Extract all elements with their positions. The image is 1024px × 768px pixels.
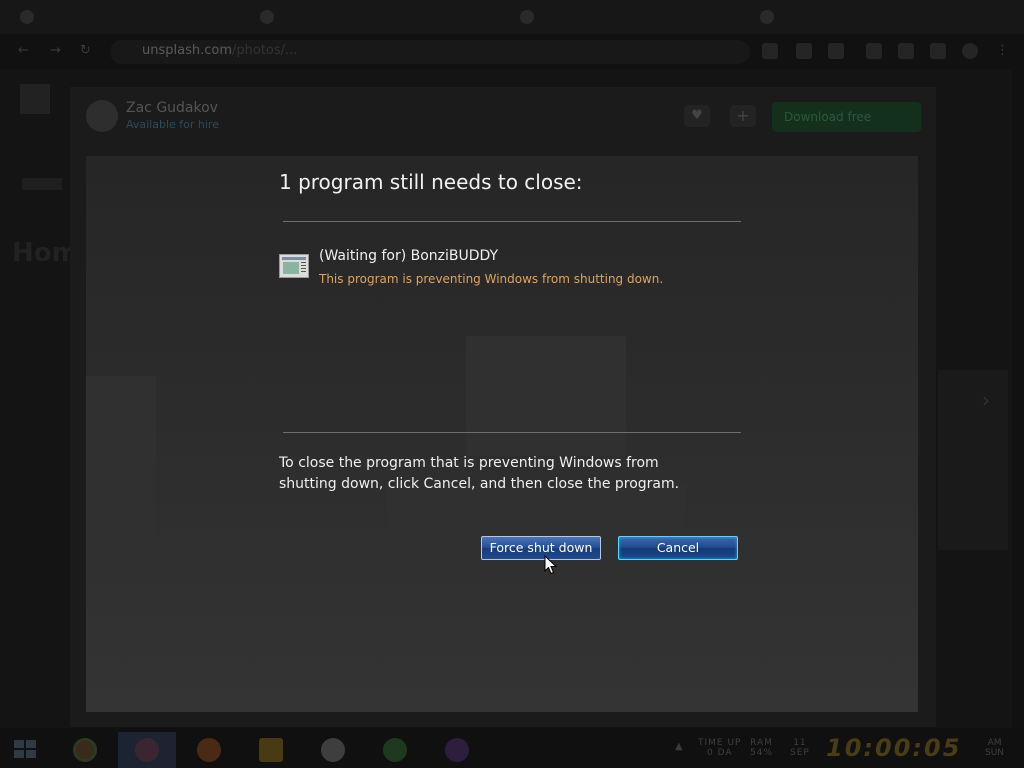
share-icon[interactable] — [762, 43, 778, 59]
cancel-button[interactable]: Cancel — [618, 536, 738, 560]
author-availability: Available for hire — [126, 118, 219, 131]
bookmark-star-icon[interactable] — [828, 43, 844, 59]
taskbar-clock[interactable]: 10:00:05 — [826, 734, 961, 762]
photo-window — [466, 336, 626, 456]
tab-favicon — [260, 10, 274, 24]
mouse-pointer-icon — [544, 555, 558, 575]
add-to-collection-button[interactable]: + — [730, 105, 756, 127]
program-name: (Waiting for) BonziBUDDY — [319, 248, 499, 264]
translate-icon[interactable] — [796, 43, 812, 59]
tray-ampm: AM SUN — [985, 738, 1005, 758]
more-menu-icon[interactable]: ⋮ — [996, 44, 1010, 58]
divider — [283, 221, 741, 222]
chrome-icon[interactable] — [56, 732, 114, 768]
browser-tab-strip — [0, 0, 1024, 34]
page-heading: Hom — [12, 238, 79, 268]
extension-icon[interactable] — [898, 43, 914, 59]
extension-icon[interactable] — [930, 43, 946, 59]
purple-app-icon[interactable] — [428, 732, 486, 768]
chevron-right-icon[interactable]: › — [982, 388, 990, 412]
download-button[interactable]: Download free — [772, 102, 921, 132]
divider — [283, 432, 741, 433]
room-photo — [86, 156, 918, 712]
green-app-icon[interactable] — [366, 732, 424, 768]
yandex-browser-icon[interactable] — [304, 732, 362, 768]
dialog-instructions: To close the program that is preventing … — [279, 455, 680, 492]
page-nav-item — [22, 178, 62, 190]
program-status: This program is preventing Windows from … — [319, 272, 664, 286]
tray-ram: RAM 54% — [750, 738, 774, 758]
back-icon[interactable]: ← — [18, 44, 32, 58]
reload-icon[interactable]: ↻ — [80, 44, 94, 58]
colorful-app-icon[interactable] — [118, 732, 176, 768]
windows-start-icon[interactable] — [14, 740, 36, 758]
tab-favicon — [20, 10, 34, 24]
tab-favicon — [760, 10, 774, 24]
author-name[interactable]: Zac Gudakov — [126, 100, 218, 116]
tab-favicon — [520, 10, 534, 24]
forward-icon[interactable]: → — [50, 44, 64, 58]
dialog-title: 1 program still needs to close: — [279, 170, 583, 194]
extension-icon[interactable] — [866, 43, 882, 59]
photo-window — [86, 376, 156, 556]
tray-date: 11 SEP — [790, 738, 810, 758]
firefox-icon[interactable] — [180, 732, 238, 768]
unsplash-logo[interactable] — [20, 84, 50, 114]
like-button[interactable]: ♥ — [684, 105, 710, 127]
tray-overflow-icon[interactable]: ▲ — [675, 741, 683, 752]
tray-uptime: TIME UP 0 DA — [698, 738, 742, 758]
force-shut-down-button[interactable]: Force shut down — [481, 536, 601, 560]
page-scrollbar[interactable] — [1012, 70, 1024, 728]
profile-avatar[interactable] — [962, 43, 978, 59]
file-explorer-icon[interactable] — [242, 732, 300, 768]
address-bar-url: unsplash.com/photos/... — [142, 43, 298, 58]
program-window-icon — [279, 254, 309, 278]
author-avatar[interactable] — [86, 100, 118, 132]
next-photo-preview[interactable] — [938, 370, 1008, 550]
